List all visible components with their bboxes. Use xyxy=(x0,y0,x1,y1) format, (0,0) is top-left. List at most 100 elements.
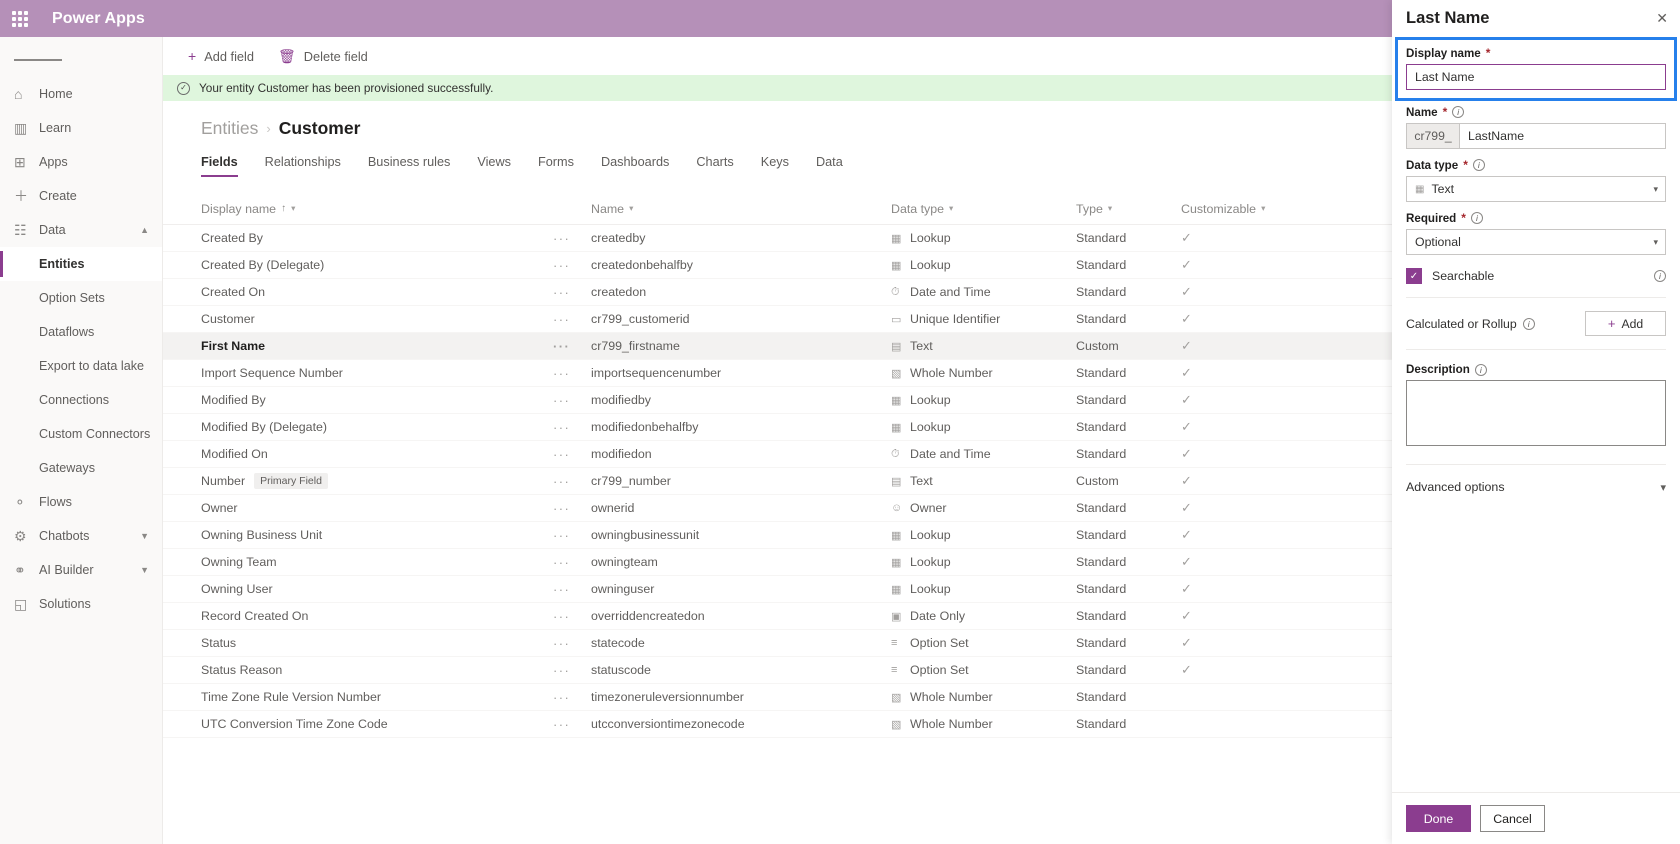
info-icon[interactable]: i xyxy=(1654,270,1666,282)
sidebar-item-learn[interactable]: ▥ Learn xyxy=(0,111,162,145)
cell-type: Standard xyxy=(1076,312,1127,326)
data-type-dropdown[interactable]: ▦ Text ▾ xyxy=(1406,176,1666,202)
row-more-menu-icon[interactable]: ··· xyxy=(553,420,570,435)
sidebar-item-data[interactable]: ☷ Data ▲ xyxy=(0,213,162,247)
apps-grid-icon: ⊞ xyxy=(14,153,26,170)
sidebar-item-gateways[interactable]: Gateways xyxy=(0,451,162,485)
sidebar-item-flows[interactable]: ⚬ Flows xyxy=(0,485,162,519)
tab-business-rules[interactable]: Business rules xyxy=(368,155,451,177)
add-calculated-rollup-button[interactable]: + Add xyxy=(1585,311,1666,336)
field-display-name: First Name xyxy=(201,339,266,353)
info-icon[interactable]: i xyxy=(1472,159,1485,171)
tab-forms[interactable]: Forms xyxy=(538,155,574,177)
row-more-menu-icon[interactable]: ··· xyxy=(553,312,570,327)
row-more-menu-icon[interactable]: ··· xyxy=(553,690,570,705)
cell-display-name: Number Primary Field ··· xyxy=(201,473,591,489)
cell-customizable: ✓ xyxy=(1181,500,1331,516)
sidebar-item-entities[interactable]: Entities xyxy=(0,247,162,281)
cancel-button[interactable]: Cancel xyxy=(1480,805,1545,832)
breadcrumb-parent[interactable]: Entities xyxy=(201,118,258,139)
tab-relationships[interactable]: Relationships xyxy=(265,155,341,177)
row-more-menu-icon[interactable]: ··· xyxy=(553,636,570,651)
sidebar-item-connections[interactable]: Connections xyxy=(0,383,162,417)
row-more-menu-icon[interactable]: ··· xyxy=(553,393,570,408)
column-header-display-name[interactable]: Display name ↑ ▾ xyxy=(201,202,591,216)
row-more-menu-icon[interactable]: ··· xyxy=(553,231,570,246)
check-icon: ✓ xyxy=(1181,230,1192,245)
sidebar-item-label: Solutions xyxy=(39,597,91,611)
row-more-menu-icon[interactable]: ··· xyxy=(553,663,570,678)
row-more-menu-icon[interactable]: ··· xyxy=(553,366,570,381)
row-more-menu-icon[interactable]: ··· xyxy=(553,582,570,597)
sidebar-item-ai-builder[interactable]: ⚭ AI Builder ▼ xyxy=(0,553,162,587)
description-textarea[interactable] xyxy=(1406,380,1666,446)
tab-data[interactable]: Data xyxy=(816,155,843,177)
searchable-checkbox[interactable]: ✓ xyxy=(1406,268,1422,284)
optionset-icon: ≡ xyxy=(891,637,898,649)
add-field-button[interactable]: + Add field xyxy=(188,48,254,64)
column-header-type[interactable]: Type ▾ xyxy=(1076,202,1181,216)
app-launcher-icon[interactable] xyxy=(0,10,40,27)
required-dropdown[interactable]: Optional ▾ xyxy=(1406,229,1666,255)
row-more-menu-icon[interactable]: ··· xyxy=(553,717,570,732)
sidebar-item-chatbots[interactable]: ⚙ Chatbots ▼ xyxy=(0,519,162,553)
tab-keys[interactable]: Keys xyxy=(761,155,789,177)
cell-name: importsequencenumber xyxy=(591,366,722,380)
cell-name: timezoneruleversionnumber xyxy=(591,690,744,704)
column-header-customizable[interactable]: Customizable ▾ xyxy=(1181,202,1331,216)
sidebar-item-dataflows[interactable]: Dataflows xyxy=(0,315,162,349)
done-button[interactable]: Done xyxy=(1406,805,1471,832)
info-icon[interactable]: i xyxy=(1522,317,1535,330)
sidebar-item-apps[interactable]: ⊞ Apps xyxy=(0,145,162,179)
text-icon: ▤ xyxy=(891,340,902,353)
cell-type: Standard xyxy=(1076,690,1127,704)
row-more-menu-icon[interactable]: ··· xyxy=(553,528,570,543)
chevron-up-icon: ▲ xyxy=(140,225,149,235)
info-icon[interactable]: i xyxy=(1452,106,1465,118)
cell-data-type: ▦ Lookup xyxy=(891,393,1076,407)
tab-charts[interactable]: Charts xyxy=(696,155,733,177)
field-display-name: Modified By xyxy=(201,393,266,407)
row-more-menu-icon[interactable]: ··· xyxy=(553,447,570,462)
info-icon[interactable]: i xyxy=(1470,212,1483,224)
row-more-menu-icon[interactable]: ··· xyxy=(553,609,570,624)
row-more-menu-icon[interactable]: ··· xyxy=(553,285,570,300)
chevron-down-icon: ▼ xyxy=(140,531,149,541)
sidebar-item-label: Option Sets xyxy=(39,291,105,305)
sidebar-item-option-sets[interactable]: Option Sets xyxy=(0,281,162,315)
sidebar-item-home[interactable]: ⌂ Home xyxy=(0,77,162,111)
field-display-name: Owner xyxy=(201,501,238,515)
close-icon[interactable]: ✕ xyxy=(1656,10,1668,27)
data-type-text: Option Set xyxy=(910,636,969,650)
row-more-menu-icon[interactable]: ··· xyxy=(553,258,570,273)
sidebar-item-solutions[interactable]: ◱ Solutions xyxy=(0,587,162,621)
row-more-menu-icon[interactable]: ··· xyxy=(553,474,570,489)
sidebar-item-create[interactable]: ＋ Create xyxy=(0,179,162,213)
sidebar-item-export-to-data-lake[interactable]: Export to data lake xyxy=(0,349,162,383)
column-header-data-type[interactable]: Data type ▾ xyxy=(891,202,1076,216)
info-icon[interactable]: i xyxy=(1474,363,1487,376)
name-input[interactable] xyxy=(1459,123,1666,149)
required-label: Required * i xyxy=(1406,211,1666,225)
brand-title[interactable]: Power Apps xyxy=(52,10,145,28)
hamburger-menu-icon[interactable] xyxy=(0,43,162,77)
sidebar-item-label: Gateways xyxy=(39,461,95,475)
check-icon: ✓ xyxy=(1181,257,1192,272)
data-type-field-group: Data type * i ▦ Text ▾ xyxy=(1406,158,1666,202)
tab-views[interactable]: Views xyxy=(477,155,511,177)
tab-fields[interactable]: Fields xyxy=(201,155,238,177)
delete-field-button[interactable]: 🗑 Delete field xyxy=(278,48,368,65)
column-header-name[interactable]: Name ▾ xyxy=(591,202,891,216)
sidebar-item-custom-connectors[interactable]: Custom Connectors xyxy=(0,417,162,451)
sidebar-item-label: Create xyxy=(39,189,77,203)
row-more-menu-icon[interactable]: ··· xyxy=(553,555,570,570)
table-icon: ☷ xyxy=(14,221,27,238)
tab-dashboards[interactable]: Dashboards xyxy=(601,155,669,177)
cell-type: Standard xyxy=(1076,717,1127,731)
row-more-menu-icon[interactable]: ··· xyxy=(553,339,570,354)
display-name-input[interactable] xyxy=(1406,64,1666,90)
data-type-text: Unique Identifier xyxy=(910,312,1001,326)
row-more-menu-icon[interactable]: ··· xyxy=(553,501,570,516)
advanced-options-toggle[interactable]: Advanced options ▾ xyxy=(1406,478,1666,496)
cell-display-name: Owning Team ··· xyxy=(201,555,591,570)
